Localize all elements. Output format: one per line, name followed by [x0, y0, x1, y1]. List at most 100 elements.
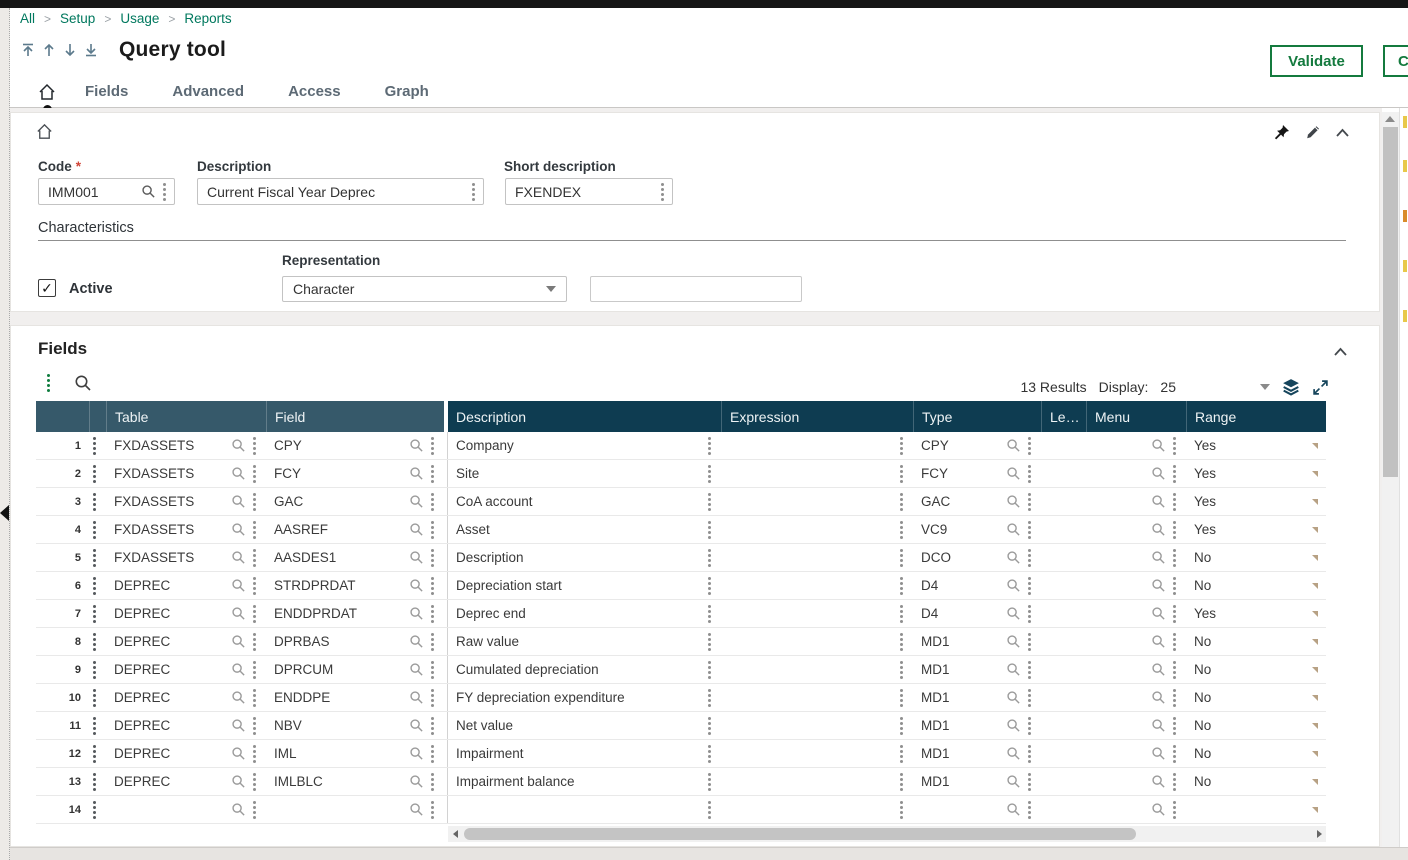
cell-menu[interactable] — [1086, 656, 1186, 683]
expression-options-kebab-icon[interactable] — [898, 436, 905, 456]
description-options-kebab-icon[interactable] — [706, 464, 713, 484]
description-options-kebab-icon[interactable] — [706, 716, 713, 736]
description-options-kebab-icon[interactable] — [470, 182, 477, 202]
active-checkbox[interactable]: ✓ — [38, 279, 56, 297]
field-lookup-icon[interactable] — [409, 634, 424, 649]
table-lookup-icon[interactable] — [231, 494, 246, 509]
type-lookup-icon[interactable] — [1006, 522, 1021, 537]
field-lookup-icon[interactable] — [409, 662, 424, 677]
field-lookup-icon[interactable] — [409, 606, 424, 621]
cell-description[interactable] — [448, 796, 721, 823]
table-options-kebab-icon[interactable] — [251, 492, 258, 512]
range-dropdown-corner-icon[interactable] — [1312, 611, 1318, 617]
table-lookup-icon[interactable] — [231, 802, 246, 817]
menu-lookup-icon[interactable] — [1151, 746, 1166, 761]
code-input[interactable] — [48, 184, 137, 200]
cell-menu[interactable] — [1086, 684, 1186, 711]
row-handle-kebab-icon[interactable] — [89, 600, 106, 627]
field-lookup-icon[interactable] — [409, 522, 424, 537]
collapse-fields-panel-icon[interactable] — [1333, 344, 1348, 362]
cell-table[interactable]: DEPREC — [106, 656, 266, 683]
type-options-kebab-icon[interactable] — [1026, 576, 1033, 596]
cell-length[interactable] — [1041, 712, 1086, 739]
description-options-kebab-icon[interactable] — [706, 548, 713, 568]
row-number[interactable]: 12 — [36, 740, 89, 767]
scroll-up-icon[interactable] — [1385, 116, 1395, 122]
range-dropdown-corner-icon[interactable] — [1312, 555, 1318, 561]
row-handle-kebab-icon[interactable] — [89, 516, 106, 543]
row-handle-kebab-icon[interactable] — [89, 656, 106, 683]
type-options-kebab-icon[interactable] — [1026, 772, 1033, 792]
table-lookup-icon[interactable] — [231, 522, 246, 537]
cell-field[interactable]: DPRCUM — [266, 656, 444, 683]
cell-expression[interactable] — [721, 684, 913, 711]
type-lookup-icon[interactable] — [1006, 690, 1021, 705]
menu-options-kebab-icon[interactable] — [1171, 716, 1178, 736]
type-options-kebab-icon[interactable] — [1026, 436, 1033, 456]
table-options-kebab-icon[interactable] — [251, 548, 258, 568]
type-options-kebab-icon[interactable] — [1026, 744, 1033, 764]
cell-length[interactable] — [1041, 796, 1086, 823]
table-options-kebab-icon[interactable] — [251, 464, 258, 484]
type-lookup-icon[interactable] — [1006, 718, 1021, 733]
tab-fields[interactable]: Fields — [85, 83, 128, 100]
cell-length[interactable] — [1041, 684, 1086, 711]
cell-menu[interactable] — [1086, 600, 1186, 627]
code-lookup-icon[interactable] — [141, 184, 156, 199]
cell-field[interactable] — [266, 796, 444, 823]
type-lookup-icon[interactable] — [1006, 438, 1021, 453]
cell-expression[interactable] — [721, 712, 913, 739]
menu-lookup-icon[interactable] — [1151, 494, 1166, 509]
cell-description[interactable]: Cumulated depreciation — [448, 656, 721, 683]
cell-range[interactable]: No — [1186, 572, 1326, 599]
field-lookup-icon[interactable] — [409, 690, 424, 705]
cell-range[interactable] — [1186, 796, 1326, 823]
field-options-kebab-icon[interactable] — [429, 632, 436, 652]
next-record-icon[interactable] — [62, 42, 78, 58]
cell-range[interactable]: Yes — [1186, 432, 1326, 459]
field-options-kebab-icon[interactable] — [429, 744, 436, 764]
row-handle-kebab-icon[interactable] — [89, 460, 106, 487]
type-options-kebab-icon[interactable] — [1026, 716, 1033, 736]
range-dropdown-corner-icon[interactable] — [1312, 723, 1318, 729]
breadcrumb-item-all[interactable]: All — [20, 11, 35, 26]
field-options-kebab-icon[interactable] — [429, 520, 436, 540]
table-lookup-icon[interactable] — [231, 466, 246, 481]
type-lookup-icon[interactable] — [1006, 466, 1021, 481]
cell-type[interactable]: MD1 — [913, 712, 1041, 739]
menu-options-kebab-icon[interactable] — [1171, 576, 1178, 596]
row-handle-kebab-icon[interactable] — [89, 712, 106, 739]
cell-length[interactable] — [1041, 600, 1086, 627]
column-header-expression[interactable]: Expression — [721, 401, 913, 432]
breadcrumb-item-setup[interactable]: Setup — [60, 11, 95, 26]
table-lookup-icon[interactable] — [231, 634, 246, 649]
menu-lookup-icon[interactable] — [1151, 774, 1166, 789]
menu-options-kebab-icon[interactable] — [1171, 632, 1178, 652]
cell-range[interactable]: Yes — [1186, 600, 1326, 627]
pin-icon[interactable] — [1273, 124, 1290, 141]
description-options-kebab-icon[interactable] — [706, 688, 713, 708]
range-dropdown-corner-icon[interactable] — [1312, 807, 1318, 813]
type-lookup-icon[interactable] — [1006, 494, 1021, 509]
cell-length[interactable] — [1041, 628, 1086, 655]
cell-table[interactable]: DEPREC — [106, 740, 266, 767]
field-lookup-icon[interactable] — [409, 466, 424, 481]
cell-range[interactable]: No — [1186, 684, 1326, 711]
type-options-kebab-icon[interactable] — [1026, 492, 1033, 512]
table-options-kebab-icon[interactable] — [251, 632, 258, 652]
type-lookup-icon[interactable] — [1006, 746, 1021, 761]
cell-table[interactable]: FXDASSETS — [106, 460, 266, 487]
cell-expression[interactable] — [721, 460, 913, 487]
cell-field[interactable]: AASREF — [266, 516, 444, 543]
cell-expression[interactable] — [721, 768, 913, 795]
cell-type[interactable]: MD1 — [913, 768, 1041, 795]
field-lookup-icon[interactable] — [409, 774, 424, 789]
field-lookup-icon[interactable] — [409, 746, 424, 761]
cell-field[interactable]: AASDES1 — [266, 544, 444, 571]
cell-menu[interactable] — [1086, 516, 1186, 543]
cell-range[interactable]: No — [1186, 740, 1326, 767]
description-options-kebab-icon[interactable] — [706, 436, 713, 456]
cell-description[interactable]: Site — [448, 460, 721, 487]
description-options-kebab-icon[interactable] — [706, 576, 713, 596]
cell-range[interactable]: Yes — [1186, 516, 1326, 543]
